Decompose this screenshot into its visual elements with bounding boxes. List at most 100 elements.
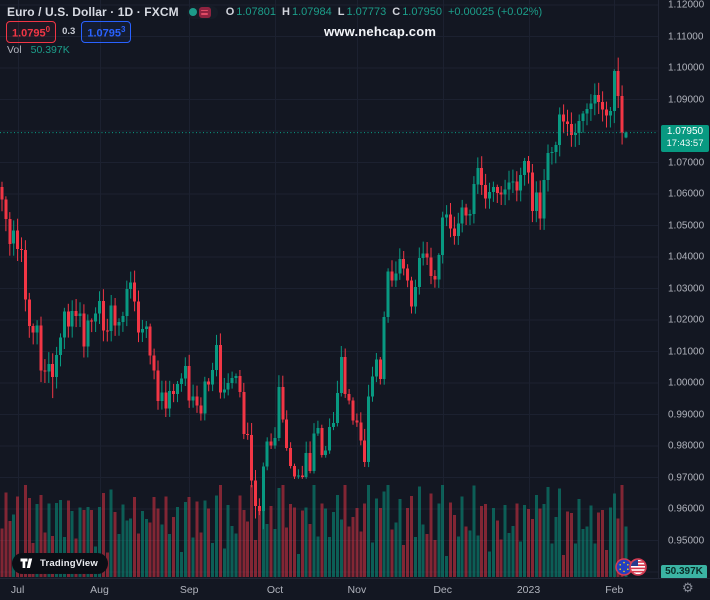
bid-button[interactable]: 1.07950 bbox=[6, 21, 57, 43]
candle bbox=[250, 435, 254, 481]
volume-bar bbox=[246, 521, 250, 577]
volume-bar bbox=[195, 501, 199, 577]
candle bbox=[441, 217, 445, 256]
symbol-title[interactable]: Euro / U.S. Dollar · 1D · FXCM bbox=[7, 5, 179, 19]
candle bbox=[254, 480, 257, 507]
volume-bar bbox=[234, 533, 238, 577]
candle bbox=[207, 381, 211, 385]
candle bbox=[562, 114, 566, 122]
price-axis-label: 1.11000 bbox=[668, 31, 704, 42]
time-axis-separator bbox=[0, 578, 710, 579]
volume-bar bbox=[238, 495, 242, 577]
candle bbox=[343, 357, 347, 395]
ask-button[interactable]: 1.07953 bbox=[81, 21, 132, 43]
volume-bar bbox=[421, 524, 425, 577]
volume-bar bbox=[367, 485, 371, 577]
volume-bar bbox=[121, 504, 125, 577]
volume-bar bbox=[148, 522, 152, 577]
volume-bar bbox=[577, 499, 581, 577]
price-axis-label: 1.10000 bbox=[668, 62, 705, 74]
bid-ask-row: 1.07950 0.3 1.07953 bbox=[6, 21, 132, 43]
candle bbox=[86, 320, 90, 347]
candle bbox=[168, 390, 172, 409]
volume-bar bbox=[222, 548, 226, 577]
candle bbox=[577, 120, 581, 134]
candle bbox=[8, 219, 12, 244]
candle bbox=[484, 185, 488, 199]
candle bbox=[382, 316, 386, 379]
volume-bar bbox=[519, 541, 523, 577]
volume-bar bbox=[608, 507, 612, 577]
volume-bar bbox=[402, 544, 406, 577]
candle bbox=[289, 447, 293, 466]
candle bbox=[35, 325, 39, 333]
volume-bar bbox=[472, 485, 476, 577]
candle bbox=[511, 181, 515, 183]
settings-gear-icon[interactable]: ⚙ bbox=[682, 580, 694, 596]
volume-bar bbox=[203, 500, 207, 577]
candle bbox=[293, 465, 296, 477]
volume-bar bbox=[312, 485, 316, 577]
candle bbox=[94, 313, 98, 322]
volume-bar bbox=[460, 496, 464, 577]
candle bbox=[183, 366, 187, 379]
candle bbox=[515, 181, 519, 191]
candle bbox=[47, 364, 51, 372]
volume-bar bbox=[386, 485, 390, 577]
price-axis[interactable]: 0.940000.950000.960000.970000.980000.990… bbox=[658, 0, 710, 579]
candle bbox=[550, 151, 554, 154]
volume-bar bbox=[452, 515, 456, 577]
time-axis-label: Aug bbox=[90, 584, 109, 596]
candle bbox=[573, 133, 577, 136]
volume-bar bbox=[585, 526, 589, 577]
volume-bar bbox=[254, 539, 257, 577]
volume-bar bbox=[242, 510, 246, 577]
price-axis-label: 1.05000 bbox=[668, 220, 705, 231]
candle bbox=[218, 345, 222, 393]
candle bbox=[472, 184, 476, 214]
volume-bar bbox=[324, 508, 328, 577]
candle bbox=[339, 357, 343, 393]
candle bbox=[78, 313, 82, 316]
candle bbox=[234, 375, 238, 378]
volume-bar bbox=[133, 496, 137, 577]
candle bbox=[12, 230, 16, 244]
volume-bar bbox=[484, 504, 488, 577]
candle bbox=[0, 186, 4, 200]
volume-bar bbox=[523, 505, 527, 577]
candle bbox=[98, 300, 101, 314]
volume-bar bbox=[0, 528, 4, 577]
chart-canvas[interactable] bbox=[0, 0, 658, 578]
time-axis-label: Sep bbox=[179, 584, 199, 596]
site-watermark: www.nehcap.com bbox=[324, 24, 437, 39]
candle bbox=[176, 383, 179, 394]
more-options-icon[interactable] bbox=[198, 6, 211, 18]
volume-bar bbox=[538, 508, 542, 577]
volume-bar bbox=[410, 495, 413, 577]
candle bbox=[269, 441, 273, 446]
volume-bar bbox=[398, 499, 402, 577]
candle bbox=[238, 375, 242, 393]
candle bbox=[144, 326, 148, 329]
volume-readout: Vol 50.397K bbox=[7, 44, 70, 56]
eye-toggle-icon[interactable] bbox=[188, 8, 197, 16]
volume-bar bbox=[546, 486, 550, 577]
candle bbox=[164, 392, 168, 409]
volume-bar bbox=[347, 526, 351, 577]
time-axis[interactable]: Jul Aug Sep Oct Nov Dec 2023 Feb bbox=[0, 578, 710, 600]
currency-flags bbox=[615, 558, 647, 576]
volume-bar bbox=[293, 507, 296, 577]
tradingview-logo[interactable]: TradingView bbox=[12, 553, 108, 574]
time-axis-label: 2023 bbox=[516, 584, 541, 596]
volume-bar bbox=[218, 485, 222, 577]
series-visibility-toggle[interactable] bbox=[186, 5, 218, 19]
candle bbox=[226, 383, 230, 390]
candle bbox=[410, 280, 413, 307]
last-price-value: 1.07950 bbox=[666, 125, 704, 137]
volume-bar bbox=[495, 520, 499, 577]
candle bbox=[359, 422, 363, 441]
candle bbox=[20, 249, 23, 251]
candle bbox=[616, 71, 620, 97]
volume-bar bbox=[215, 495, 218, 577]
candle bbox=[437, 255, 441, 280]
